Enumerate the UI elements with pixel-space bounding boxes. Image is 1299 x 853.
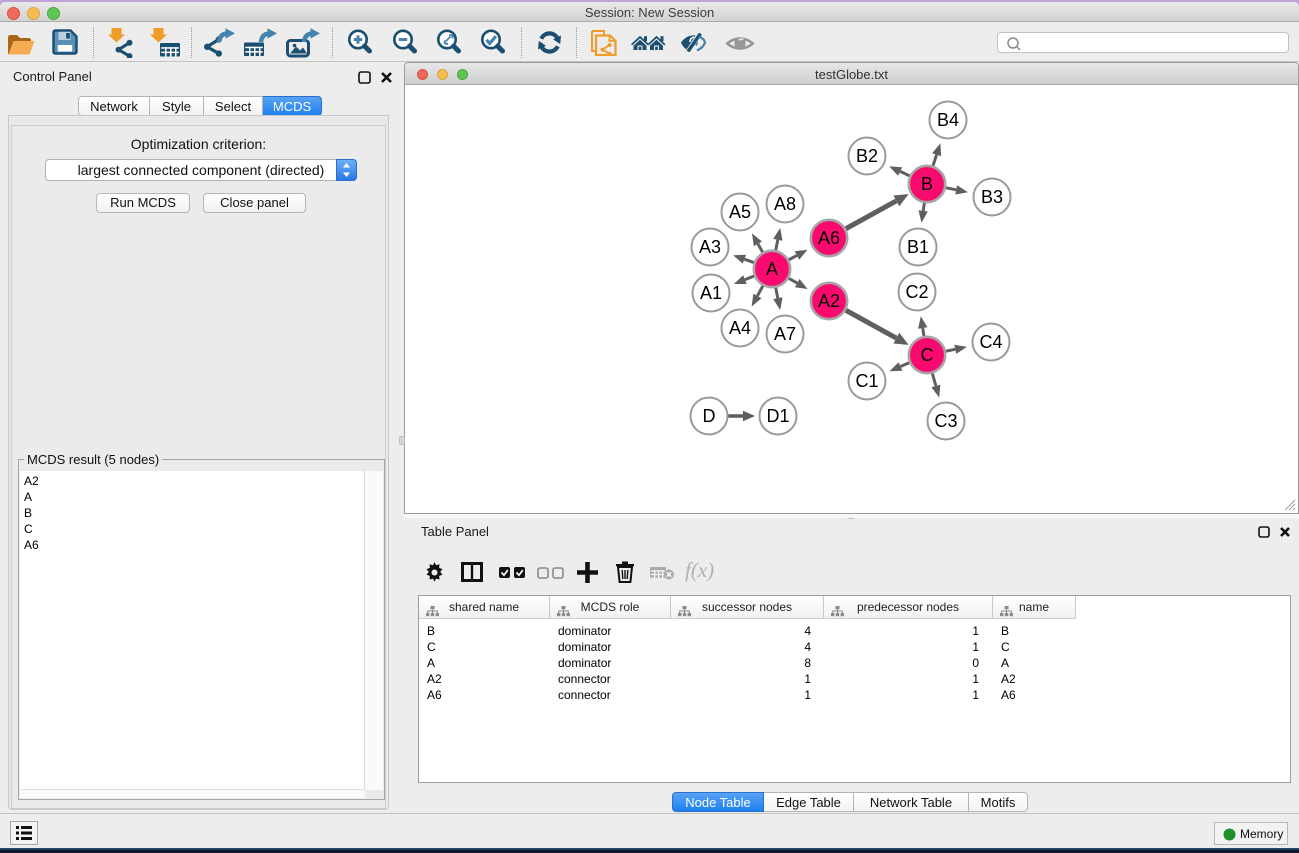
- svg-text:C1: C1: [855, 371, 878, 391]
- svg-text:A1: A1: [700, 283, 722, 303]
- svg-text:A2: A2: [818, 291, 840, 311]
- svg-text:A7: A7: [774, 324, 796, 344]
- svg-text:A3: A3: [699, 237, 721, 257]
- svg-text:A6: A6: [818, 228, 840, 248]
- svg-text:A8: A8: [774, 194, 796, 214]
- svg-text:D1: D1: [766, 406, 789, 426]
- svg-text:C4: C4: [979, 332, 1002, 352]
- svg-text:B: B: [921, 174, 933, 194]
- svg-text:A5: A5: [729, 202, 751, 222]
- svg-text:B3: B3: [981, 187, 1003, 207]
- svg-text:A4: A4: [729, 318, 751, 338]
- svg-text:B4: B4: [937, 110, 959, 130]
- svg-text:D: D: [703, 406, 716, 426]
- svg-text:B2: B2: [856, 146, 878, 166]
- svg-text:C: C: [921, 345, 934, 365]
- svg-text:A: A: [766, 259, 778, 279]
- svg-text:C3: C3: [934, 411, 957, 431]
- svg-text:B1: B1: [907, 237, 929, 257]
- svg-text:C2: C2: [905, 282, 928, 302]
